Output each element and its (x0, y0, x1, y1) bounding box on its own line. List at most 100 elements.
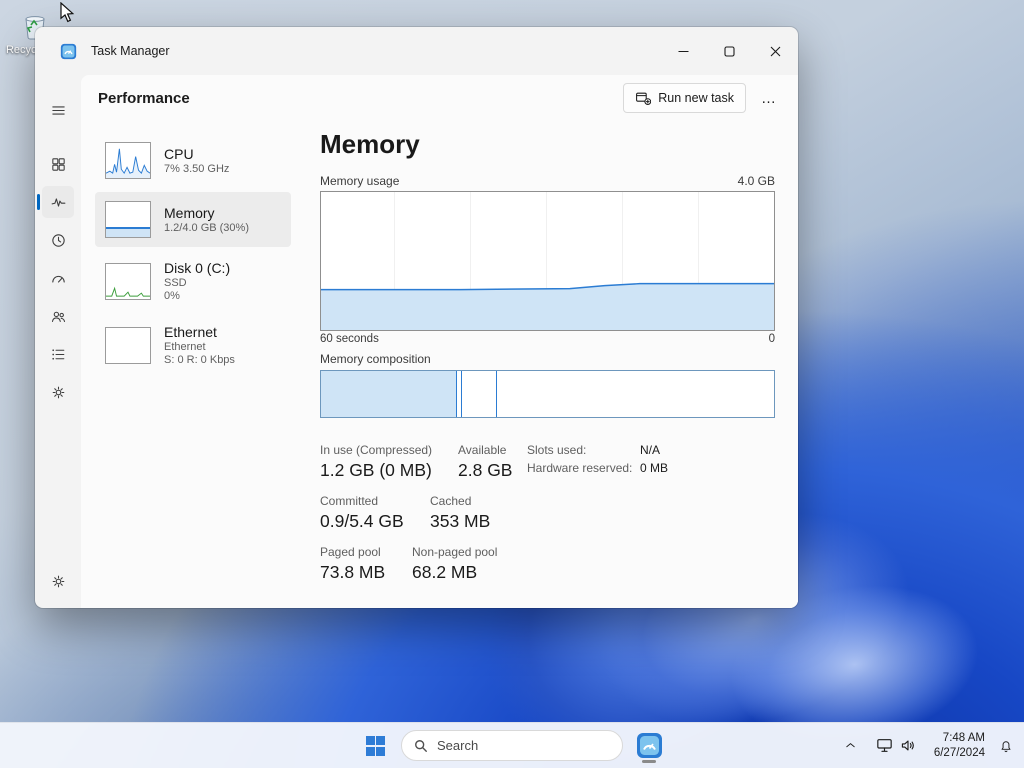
search-icon (415, 739, 427, 752)
memory-subtitle: 1.2/4.0 GB (30%) (164, 222, 249, 234)
processes-icon (51, 157, 65, 171)
windows-logo-icon (365, 736, 385, 756)
performance-list: CPU 7% 3.50 GHz Memory 1.2/4.0 GB (30%) (95, 133, 291, 379)
perf-item-cpu[interactable]: CPU 7% 3.50 GHz (95, 133, 291, 188)
desktop-wallpaper: Recycle Bin Task Manager (0, 0, 1024, 768)
services-icon (52, 386, 64, 398)
run-new-task-button[interactable]: Run new task (623, 83, 746, 113)
stat-slots-used-label: Slots used: (527, 443, 587, 457)
perf-item-disk[interactable]: Disk 0 (C:) SSD 0% (95, 251, 291, 311)
ethernet-title: Ethernet (164, 324, 217, 340)
taskbar-task-manager-button[interactable] (630, 727, 668, 765)
taskbar: Search 7:48 AM 6/27/2024 (0, 722, 1024, 768)
composition-free-segment[interactable] (497, 371, 774, 417)
hamburger-icon (51, 105, 65, 115)
stat-in-use-value: 1.2 GB (0 MB) (320, 460, 432, 480)
task-manager-taskbar-icon (636, 733, 662, 758)
stat-paged-pool-label: Paged pool (320, 545, 381, 559)
stat-available-value: 2.8 GB (458, 460, 513, 480)
clock-time: 7:48 AM (942, 732, 985, 744)
stat-committed-label: Committed (320, 494, 379, 508)
memory-mini-graph (105, 201, 151, 238)
new-task-icon (636, 92, 652, 105)
system-tray-icons[interactable] (871, 734, 921, 757)
memory-usage-chart (320, 191, 775, 331)
clock-date: 6/27/2024 (933, 746, 985, 759)
stat-hardware-reserved-value: 0 MB (640, 461, 669, 475)
composition-modified-segment[interactable] (460, 371, 498, 417)
start-button[interactable] (356, 727, 394, 765)
task-manager-window: Task Manager Performance Run new task … … (35, 27, 798, 608)
disk-mini-graph (105, 262, 151, 300)
cpu-mini-graph (105, 142, 151, 179)
search-placeholder: Search (437, 738, 479, 753)
disk-title: Disk 0 (C:) (164, 260, 231, 276)
startup-apps-icon (51, 275, 65, 283)
users-icon (51, 311, 65, 322)
stat-non-paged-pool-value: 68.2 MB (412, 562, 478, 582)
memory-title: Memory (164, 205, 215, 221)
stat-committed-value: 0.9/5.4 GB (320, 511, 404, 531)
stat-hardware-reserved-label: Hardware reserved: (527, 461, 633, 475)
stat-in-use-label: In use (Compressed) (320, 443, 433, 457)
nav-app-history[interactable] (35, 221, 81, 259)
disk-subtitle-2: 0% (164, 290, 180, 302)
stat-cached-value: 353 MB (430, 511, 491, 531)
stat-available-label: Available (458, 443, 507, 457)
taskbar-search[interactable]: Search (401, 730, 623, 761)
nav-details[interactable] (35, 335, 81, 373)
ethernet-subtitle-1: Ethernet (164, 341, 206, 353)
memory-page-title: Memory (320, 129, 420, 159)
memory-composition-bar (320, 370, 775, 418)
stat-cached-label: Cached (430, 494, 472, 508)
tray-chevron-up-icon[interactable] (843, 738, 858, 753)
page-header: Performance Run new task … (81, 75, 798, 121)
window-titlebar[interactable]: Task Manager (35, 27, 798, 75)
more-options-button[interactable]: … (754, 83, 784, 113)
page-title: Performance (98, 89, 190, 107)
nav-menu-button[interactable] (35, 91, 81, 129)
composition-in-use-segment[interactable] (321, 371, 457, 417)
ethernet-subtitle-2: S: 0 R: 0 Kbps (164, 354, 235, 366)
stat-non-paged-pool-label: Non-paged pool (412, 545, 498, 559)
volume-icon (901, 740, 914, 751)
nav-startup-apps[interactable] (35, 259, 81, 297)
disk-subtitle-1: SSD (164, 277, 187, 289)
chart-axis-left: 60 seconds (320, 333, 379, 345)
stat-paged-pool-value: 73.8 MB (320, 562, 386, 582)
nav-users[interactable] (35, 297, 81, 335)
nav-settings[interactable] (35, 562, 81, 600)
cpu-subtitle: 7% 3.50 GHz (164, 163, 230, 175)
ethernet-mini-graph (105, 326, 151, 364)
perf-item-memory[interactable]: Memory 1.2/4.0 GB (30%) (95, 192, 291, 247)
nav-rail (35, 75, 81, 608)
settings-gear-icon (52, 575, 64, 587)
perf-item-ethernet[interactable]: Ethernet Ethernet S: 0 R: 0 Kbps (95, 315, 291, 375)
taskbar-clock[interactable]: 7:48 AM 6/27/2024 (934, 731, 985, 760)
window-title: Task Manager (91, 44, 170, 58)
performance-icon (51, 197, 65, 207)
close-icon (770, 46, 780, 56)
task-manager-app-icon (60, 43, 77, 59)
close-button[interactable] (752, 27, 798, 75)
app-history-icon (51, 233, 65, 247)
nav-services[interactable] (35, 373, 81, 411)
memory-scale-max: 4.0 GB (737, 174, 775, 188)
stat-slots-used-value: N/A (640, 443, 661, 457)
run-new-task-label: Run new task (658, 91, 734, 105)
minimize-icon (678, 50, 688, 52)
cpu-title: CPU (164, 146, 194, 162)
memory-composition-label: Memory composition (320, 352, 431, 366)
nav-performance[interactable] (35, 183, 81, 221)
maximize-icon (723, 45, 735, 57)
notification-bell-icon[interactable] (998, 738, 1014, 754)
chart-axis-right: 0 (768, 333, 775, 345)
open-app-indicator (642, 759, 656, 763)
maximize-button[interactable] (706, 27, 752, 75)
details-icon (51, 348, 64, 360)
minimize-button[interactable] (660, 27, 706, 75)
memory-detail-panel: Memory Memory usage 4.0 GB 60 seconds 0 … (320, 121, 775, 608)
network-icon (877, 739, 892, 752)
nav-processes[interactable] (35, 145, 81, 183)
memory-usage-label: Memory usage (320, 174, 400, 188)
